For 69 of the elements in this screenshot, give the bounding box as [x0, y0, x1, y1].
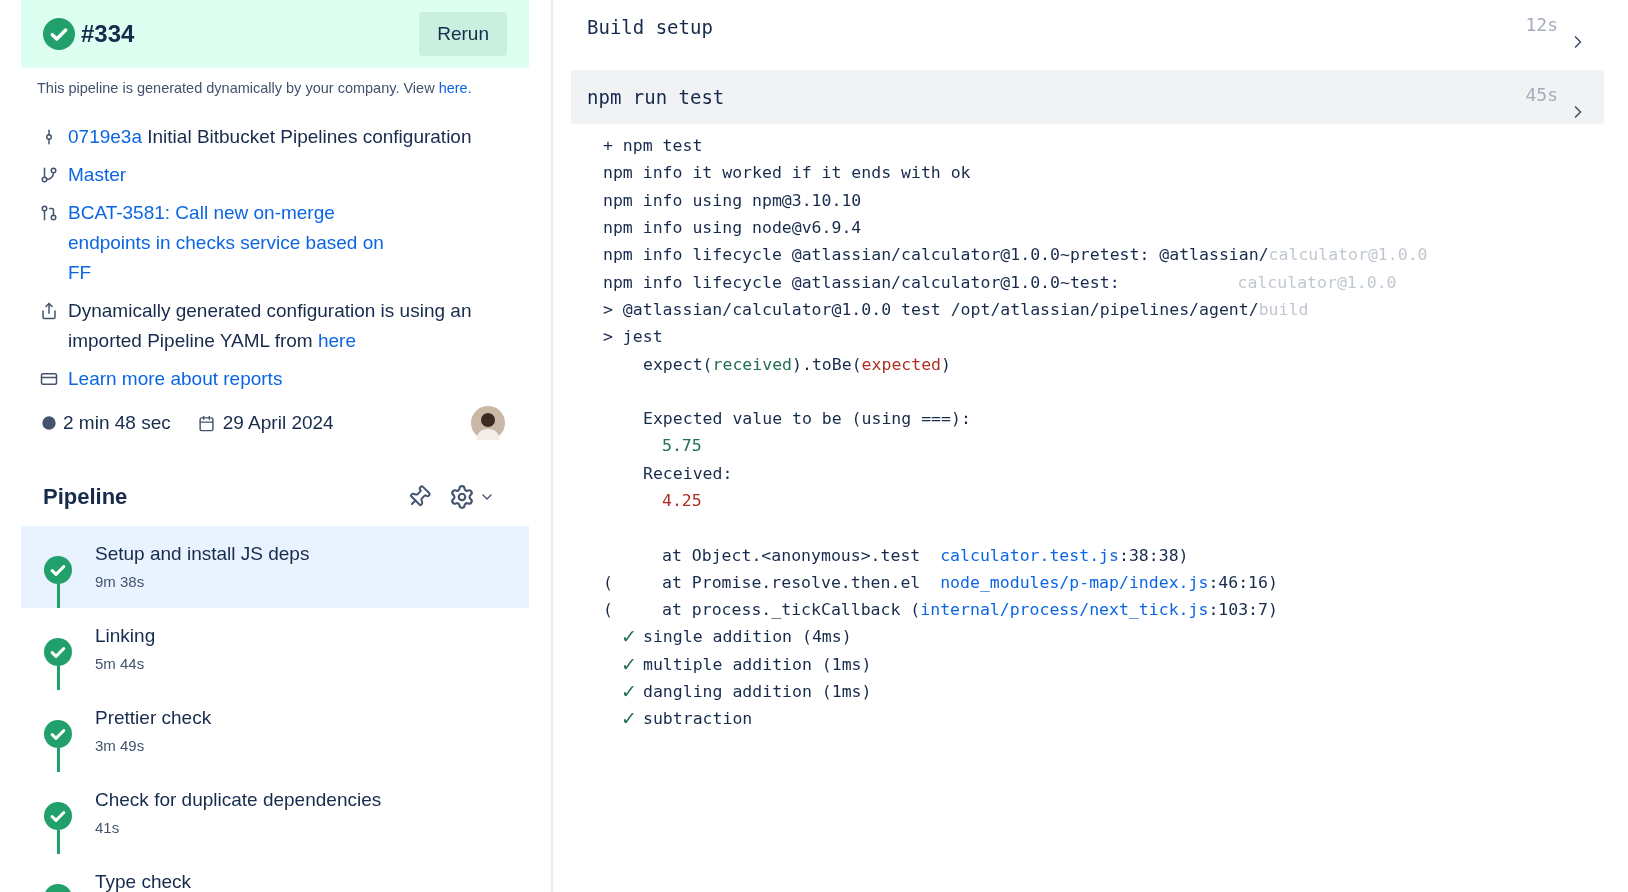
timeline-line	[56, 748, 60, 772]
pipeline-step[interactable]: Check for duplicate dependencies 41s	[21, 772, 529, 854]
log-line: 5.75	[662, 436, 702, 456]
log-text: (	[603, 572, 614, 592]
timeline-line	[56, 666, 60, 690]
section-duration: 45s	[1525, 84, 1558, 105]
log-line: multiple addition (1ms)	[643, 654, 872, 674]
log-text: (	[603, 600, 614, 620]
link[interactable]: BCAT-3581: Call new on-merge endpoints in checks service based on FF	[68, 198, 408, 288]
log-line: Expected value to be (using ===):	[643, 409, 971, 429]
log-line: at Object.<anonymous>.test calculator.test.js:38:38)	[662, 545, 1189, 565]
pipeline-step[interactable]: Type check	[21, 854, 529, 892]
step-name: Setup and install JS deps	[95, 543, 310, 565]
notice-link[interactable]: here.	[438, 80, 472, 96]
log-line: npm info using node@v6.9.4	[603, 218, 862, 238]
link[interactable]: here	[317, 330, 356, 351]
pass-mark: ✓	[621, 625, 638, 649]
pipeline-step[interactable]: Linking 5m 44s	[21, 608, 529, 690]
log-line: npm info lifecycle @atlassian/calculator@1.0.0~pretest: @atlassian/calculator@1.0.0	[603, 245, 1428, 265]
avatar	[471, 406, 505, 440]
log-line: npm info it worked if it ends with ok	[603, 163, 971, 183]
log-line: at Promise.resolve.then.el node_modules/p-map/index.js:46:16)	[662, 572, 1278, 592]
pass-mark: ✓	[621, 680, 638, 704]
log-section[interactable]: Build setup 12s	[571, 0, 1604, 54]
step-name: Prettier check	[95, 707, 212, 729]
pipeline-title: Pipeline	[43, 484, 129, 510]
log-line: npm info lifecycle @atlassian/calculator@1.0.0~test: calculator@1.0.0	[603, 272, 1397, 292]
step-name: Linking	[95, 625, 156, 647]
step-name: Type check	[95, 871, 192, 892]
log-line: at process._tickCallback (internal/process/next_tick.js:103:7)	[662, 600, 1278, 620]
link[interactable]: Learn more about reports	[68, 364, 283, 394]
step-duration: 3m 49s	[95, 737, 146, 754]
log-section[interactable]: npm run test 45s	[571, 70, 1604, 124]
log-line: single addition (4ms)	[643, 627, 852, 647]
log-line: + npm test	[603, 136, 703, 156]
log-line: subtraction	[643, 709, 753, 729]
pipeline-step[interactable]: Setup and install JS deps 9m 38s	[21, 526, 529, 608]
timeline-line	[56, 584, 60, 608]
pipeline-step[interactable]: Prettier check 3m 49s	[21, 690, 529, 772]
log-line: > @atlassian/calculator@1.0.0 test /opt/atlassian/pipelines/agent/build	[603, 299, 1309, 319]
log-line: dangling addition (1ms)	[643, 682, 872, 702]
link[interactable]: 0719e3a	[68, 126, 142, 147]
section-duration: 12s	[1525, 14, 1558, 35]
success-icon	[44, 802, 72, 830]
meta-text: Dynamically generated configuration is using an imported Pipeline YAML from here	[68, 299, 473, 353]
step-duration: 41s	[95, 819, 121, 836]
pass-mark: ✓	[621, 652, 638, 676]
log-line: 4.25	[662, 491, 702, 510]
success-icon	[44, 556, 72, 584]
step-name: Check for duplicate dependencies	[95, 789, 382, 811]
link[interactable]: Master	[68, 160, 127, 190]
build-number: #334	[81, 20, 135, 48]
rerun-button[interactable]: Rerun	[419, 12, 507, 56]
success-icon	[44, 720, 72, 748]
date-text: 29 April 2024	[222, 412, 334, 434]
success-icon	[43, 18, 75, 50]
pass-mark: ✓	[621, 707, 638, 731]
step-duration: 9m 38s	[95, 573, 146, 590]
step-duration: 5m 44s	[95, 655, 146, 672]
pin-icon[interactable]	[407, 485, 431, 509]
notice-text: This pipeline is generated dynamically by your company. View here.	[37, 80, 473, 96]
log-line: expect(received).toBe(expected)	[643, 354, 951, 374]
meta-text: 0719e3a Initial Bitbucket Pipelines configuration	[68, 125, 472, 149]
success-icon	[44, 638, 72, 666]
log-line: > jest	[603, 327, 663, 347]
duration-text: 2 min 48 sec	[63, 412, 171, 434]
log-line: npm info using npm@3.10.10	[603, 190, 862, 210]
timeline-line	[56, 830, 60, 854]
log-line: Received:	[643, 463, 733, 483]
